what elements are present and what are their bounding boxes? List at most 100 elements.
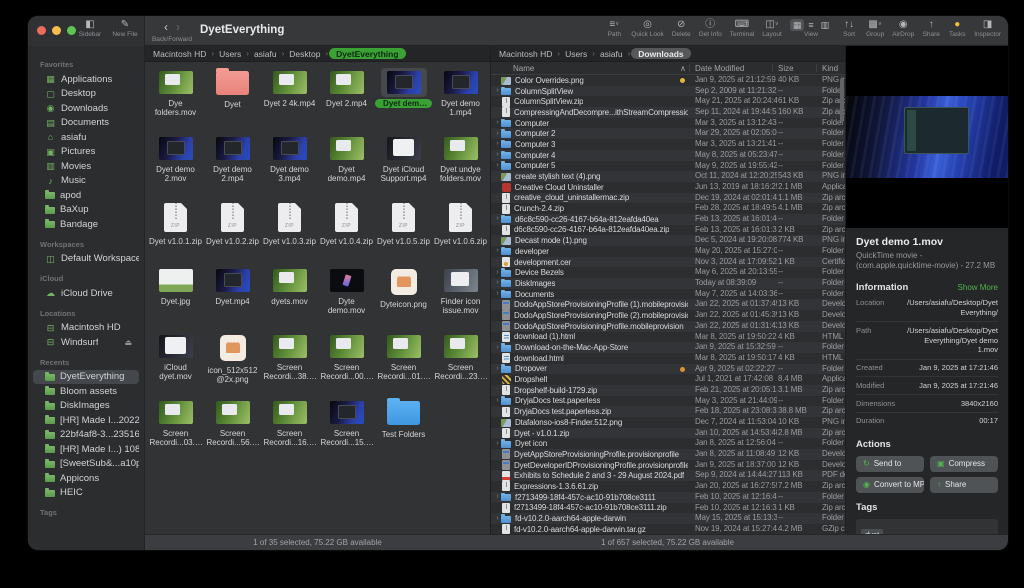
list-row-device-bezels[interactable]: ›Device BezelsMay 6, 2025 at 20:13:55--F…: [491, 267, 845, 278]
list-row-color-overrides-png[interactable]: Color Overrides.pngJan 9, 2025 at 21:12:…: [491, 75, 845, 86]
disclosure-icon[interactable]: ›: [494, 246, 501, 256]
disclosure-icon[interactable]: ›: [494, 278, 501, 288]
column-header-size[interactable]: Size: [778, 64, 794, 73]
list-row-dtafalonso-ios8-finder-512-png[interactable]: Dtafalonso-ios8-Finder.512.pngDec 7, 202…: [491, 417, 845, 428]
file-item-dye-folders-mov[interactable]: Dye folders.mov: [147, 68, 204, 134]
breadcrumb-item-dyeteverything[interactable]: DyetEverything: [329, 48, 405, 59]
view-segment-1-icon[interactable]: ≡: [805, 19, 816, 31]
tool-delete[interactable]: ⊘Delete: [670, 18, 693, 38]
list-row-creative-cloud-uninstallermac-zip[interactable]: creative_cloud_uninstallermac.zipDec 19,…: [491, 193, 845, 204]
sidebar-item-movies[interactable]: ▥Movies: [33, 159, 139, 174]
file-item-test-folders[interactable]: Test Folders: [375, 398, 432, 464]
column-header-kind[interactable]: Kind: [822, 64, 838, 73]
file-item-icloud-dyet-mov[interactable]: iCloud dyet.mov: [147, 332, 204, 398]
disclosure-icon[interactable]: ›: [494, 396, 501, 406]
list-row-documents[interactable]: ›DocumentsMay 7, 2025 at 14:03:36--Folde…: [491, 289, 845, 300]
file-item-dyet-demo-2-mov[interactable]: Dyet demo 2.mov: [147, 134, 204, 200]
list-row-computer-2[interactable]: ›Computer 2Mar 29, 2025 at 02:05:03--Fol…: [491, 128, 845, 139]
sidebar-item-documents[interactable]: ▤Documents: [33, 116, 139, 131]
list-row-development-cer[interactable]: development.cerNov 3, 2024 at 17:09:521 …: [491, 257, 845, 268]
file-item-screen-recordi-03-mov[interactable]: Screen Recordi...03.mov: [147, 398, 204, 464]
view-segment-0-icon[interactable]: ▦: [790, 19, 805, 31]
column-header-date-modified[interactable]: Date Modified: [695, 64, 744, 73]
disclosure-icon[interactable]: ›: [494, 439, 501, 449]
sidebar-item-macintosh-hd[interactable]: ⊟Macintosh HD: [33, 321, 139, 336]
disclosure-icon[interactable]: ›: [494, 118, 501, 128]
disclosure-icon[interactable]: ›: [494, 139, 501, 149]
close-button[interactable]: [37, 26, 46, 35]
sidebar-item-default-workspace[interactable]: ◫Default Workspace: [33, 252, 139, 267]
list-row-crunch-2-4-zip[interactable]: Crunch-2.4.zipFeb 28, 2025 at 18:49:524.…: [491, 203, 845, 214]
view-segment-2-icon[interactable]: ▥: [818, 19, 833, 31]
sidebar-item-appicons[interactable]: Appicons: [33, 471, 139, 486]
sidebar-item-asiafu[interactable]: ⌂asiafu: [33, 130, 139, 145]
sidebar-item-bloom-assets[interactable]: Bloom assets: [33, 384, 139, 399]
breadcrumb-item-users[interactable]: Users: [561, 49, 591, 59]
list-row-dropover[interactable]: ›DropoverApr 9, 2025 at 02:22:27--Folder: [491, 364, 845, 375]
list-row-exhibits-to-schedule-2-and-3-29-august-2024-pdf[interactable]: Exhibits to Schedule 2 and 3 - 29 August…: [491, 470, 845, 481]
list-row-dodoappstoreprovisioningprofile-2-mobileprovision[interactable]: DodoAppStoreProvisioningProfile (2).mobi…: [491, 310, 845, 321]
tool-airdrop[interactable]: ◉AirDrop: [890, 18, 916, 38]
disclosure-icon[interactable]: ›: [494, 289, 501, 299]
list-row-diskimages[interactable]: ›DiskImagesToday at 08:39:09--Folder: [491, 278, 845, 289]
list-row-fd-v10-2-0-aarch64-apple-darwin[interactable]: ›fd-v10.2.0-aarch64-apple-darwinMay 15, …: [491, 513, 845, 524]
list-row-download-on-the-mac-app-store[interactable]: ›Download-on-the-Mac-App-StoreJan 9, 202…: [491, 342, 845, 353]
sidebar-item-downloads[interactable]: ◉Downloads: [33, 101, 139, 116]
breadcrumb-item-desktop[interactable]: Desktop: [285, 49, 324, 59]
sidebar-item-bandage[interactable]: Bandage: [33, 217, 139, 232]
list-row-dryjadocs-test-paperless[interactable]: ›DryjaDocs test.paperlessMay 3, 2025 at …: [491, 396, 845, 407]
eject-icon[interactable]: ⏏: [124, 338, 132, 347]
file-item-screen-recordi-23-mov[interactable]: Screen Recordi...23.mov: [432, 332, 489, 398]
list-row-computer[interactable]: ›ComputerMar 3, 2025 at 13:12:43--Folder: [491, 118, 845, 129]
action-button-convert-to-mp4[interactable]: ◉Convert to MP4: [856, 477, 924, 493]
tool-terminal[interactable]: ⌨Terminal: [728, 18, 757, 38]
file-item-dyet-demo-1-mp4[interactable]: Dyet demo 1.mp4: [432, 68, 489, 134]
tool-share[interactable]: ↑Share: [920, 18, 942, 38]
list-row-decast-mode-1-png[interactable]: Decast mode (1).pngDec 5, 2024 at 19:20:…: [491, 235, 845, 246]
file-item-screen-recordi-16-mov[interactable]: Screen Recordi...16.mov: [261, 398, 318, 464]
preview-tags-box[interactable]: dyet: [856, 519, 998, 534]
list-row-computer-5[interactable]: ›Computer 5May 9, 2025 at 19:55:42--Fold…: [491, 161, 845, 172]
tool-path[interactable]: ≡∨Path: [603, 18, 625, 38]
sidebar-item-22bf4af8-3-235160b233[interactable]: 22bf4af8-3...235160b233: [33, 428, 139, 443]
list-row-creative-cloud-uninstaller[interactable]: Creative Cloud UninstallerJun 13, 2019 a…: [491, 182, 845, 193]
breadcrumb-item-macintosh-hd[interactable]: Macintosh HD: [495, 49, 556, 59]
file-item-finder-icon-issue-mov[interactable]: Finder icon issue.mov: [432, 266, 489, 332]
file-item-dyet-v1-0-4-zip[interactable]: ZIPDyet v1.0.4.zip: [318, 200, 375, 266]
sidebar-item-heic[interactable]: HEIC: [33, 486, 139, 501]
list-row-dryjadocs-test-paperless-zip[interactable]: DryjaDocs test.paperless.zipFeb 18, 2025…: [491, 406, 845, 417]
list-row-d6c8c590-cc26-4167-b64a-812eafda40ea[interactable]: ›d6c8c590-cc26-4167-b64a-812eafda40eaFeb…: [491, 214, 845, 225]
sidebar-item-hr-made-i-2022-1080p[interactable]: [HR] Made I...2022) 1080p: [33, 413, 139, 428]
file-item-dyet-demo-mp4[interactable]: Dyet demo.mp4: [318, 134, 375, 200]
disclosure-icon[interactable]: ›: [494, 343, 501, 353]
file-item-dyet-mp4[interactable]: Dyet.mp4: [204, 266, 261, 332]
file-item-screen-recordi-00-mov[interactable]: Screen Recordi...00.mov: [318, 332, 375, 398]
tool-quick-look[interactable]: ◎Quick Look: [629, 18, 666, 38]
list-row-columnsplitview-zip[interactable]: ColumnSplitView.zipMay 21, 2025 at 20:24…: [491, 96, 845, 107]
breadcrumb-item-macintosh-hd[interactable]: Macintosh HD: [149, 49, 210, 59]
action-button-send-to[interactable]: ↻Send to: [856, 456, 924, 472]
list-row-computer-4[interactable]: ›Computer 4May 8, 2025 at 05:23:47--Fold…: [491, 150, 845, 161]
sidebar-item-diskimages[interactable]: DiskImages: [33, 399, 139, 414]
file-item-dyet-demo-1-mov[interactable]: Dyet demo 1.mov: [375, 68, 432, 134]
list-row-d6c8c590-cc26-4167-b64a-812eafda40ea-zip[interactable]: d6c8c590-cc26-4167-b64a-812eafda40ea.zip…: [491, 225, 845, 236]
sidebar-item-windsurf[interactable]: ⊟Windsurf⏏: [33, 335, 139, 350]
file-item-screen-recordi-01-mov[interactable]: Screen Recordi...01.mov: [375, 332, 432, 398]
file-item-dyet[interactable]: Dyet: [204, 68, 261, 134]
list-row-dyetdeveloperidprovisioningprofile-provisionprofile[interactable]: DyetDeveloperIDProvisioningProfile.provi…: [491, 460, 845, 471]
tool-get-info[interactable]: ⓘGet Info: [697, 18, 724, 38]
breadcrumb-item-asiafu[interactable]: asiafu: [250, 49, 281, 59]
list-row-developer[interactable]: ›developerMay 20, 2025 at 15:27:03--Fold…: [491, 246, 845, 257]
disclosure-icon[interactable]: ›: [494, 492, 501, 502]
file-item-dyets-mov[interactable]: dyets.mov: [261, 266, 318, 332]
list-row-download-html[interactable]: download.htmlMar 8, 2025 at 19:50:174 KB…: [491, 353, 845, 364]
breadcrumb-item-downloads[interactable]: Downloads: [631, 48, 690, 59]
disclosure-icon[interactable]: ›: [494, 150, 501, 160]
file-item-dyet-v1-0-3-zip[interactable]: ZIPDyet v1.0.3.zip: [261, 200, 318, 266]
file-item-screen-recordi-38-mov[interactable]: Screen Recordi...38.mov: [261, 332, 318, 398]
file-item-screen-recordi-15-mov[interactable]: Screen Recordi...15.mov: [318, 398, 375, 464]
tool-layout[interactable]: ◫∨Layout: [760, 18, 784, 38]
list-row-dyetappstoreprovisioningprofile-provisionprofile[interactable]: DyetAppStoreProvisioningProfile.provisio…: [491, 449, 845, 460]
sidebar-item-music[interactable]: ♪Music: [33, 174, 139, 189]
file-item-dyet-v1-0-5-zip[interactable]: ZIPDyet v1.0.5.zip: [375, 200, 432, 266]
